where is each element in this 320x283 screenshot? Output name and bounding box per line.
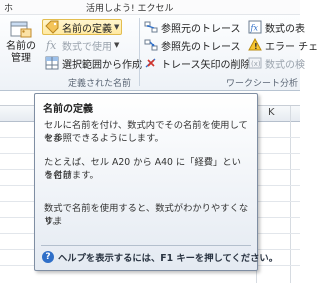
tooltip-paragraph-3-line-2: す。 — [44, 216, 62, 227]
evaluate-formula-label: 数式の検 — [265, 59, 305, 71]
show-formulas-label: 数式の表 — [265, 23, 305, 35]
show-formulas-button[interactable]: fx 数式の表 — [248, 19, 305, 35]
chevron-down-icon[interactable]: ▼ — [114, 23, 119, 31]
group-separator — [139, 18, 140, 86]
trace-dependents-button[interactable]: 参照先のトレース — [144, 37, 241, 53]
chevron-down-icon[interactable]: ▼ — [114, 41, 119, 49]
tooltip-title: 名前の定義 — [43, 104, 93, 115]
error-check-icon: ! — [248, 37, 262, 52]
svg-text:!: ! — [254, 42, 258, 51]
window-title: 活用しよう! エクセル — [86, 4, 174, 14]
defined-names-group-label: 定義された名前 — [68, 79, 132, 89]
error-check-button[interactable]: ! エラー チェ — [248, 37, 318, 53]
remove-arrows-label: トレース矢印の削除 — [161, 59, 251, 71]
name-manager-label-1: 名前の — [6, 41, 36, 52]
tab-home-fragment[interactable]: ホ — [4, 1, 13, 14]
remove-arrows-icon — [144, 56, 158, 70]
gridline — [290, 106, 291, 283]
column-header-k[interactable]: K — [268, 107, 275, 118]
trace-precedents-button[interactable]: 参照元のトレース — [144, 19, 241, 35]
tooltip-paragraph-2-line-2: を付けます。 — [44, 170, 99, 181]
tag-icon — [45, 20, 59, 34]
use-in-formula-button[interactable]: fx 数式で使用 ▼ — [45, 37, 119, 53]
create-from-selection-button[interactable]: 選択範囲から作成 — [45, 55, 142, 71]
evaluate-formula-icon: (x) — [248, 56, 262, 70]
grid-select-icon — [45, 56, 59, 70]
trace-precedents-label: 参照元のトレース — [161, 23, 241, 35]
svg-text:fx: fx — [45, 39, 57, 52]
create-from-selection-label: 選択範囲から作成 — [62, 59, 142, 71]
name-manager-icon — [9, 19, 33, 41]
trace-precedents-icon — [144, 20, 158, 34]
svg-text:(x): (x) — [251, 60, 261, 68]
trace-dependents-icon — [144, 38, 158, 52]
trace-dependents-label: 参照先のトレース — [161, 41, 241, 53]
formula-auditing-group-label: ワークシート分析 — [226, 79, 299, 89]
tooltip-help-row: ? ヘルプを表示するには、F1 キーを押してください。 — [42, 250, 278, 264]
name-manager-label-2: 管理 — [11, 53, 31, 64]
define-name-label: 名前の定義 — [62, 23, 112, 35]
tooltip-help-text: ヘルプを表示するには、F1 キーを押してください。 — [58, 253, 279, 264]
title-bar: ホ 活用しよう! エクセル — [0, 0, 300, 15]
define-name-button[interactable]: 名前の定義 ▼ — [42, 19, 123, 35]
evaluate-formula-button[interactable]: (x) 数式の検 — [248, 55, 305, 71]
remove-arrows-button[interactable]: トレース矢印の削除 ▼ — [144, 55, 258, 71]
tooltip-divider — [41, 245, 251, 246]
show-formulas-icon: fx — [248, 20, 262, 34]
error-check-label: エラー チェ — [265, 41, 319, 53]
svg-text:fx: fx — [250, 24, 259, 33]
help-icon: ? — [42, 251, 54, 263]
name-manager-button[interactable]: 名前の 管理 — [4, 18, 38, 74]
use-in-formula-label: 数式で使用 — [62, 41, 112, 53]
define-name-tooltip: 名前の定義 セルに名前を付け、数式内でその名前を使用してセル を参照できるように… — [34, 93, 278, 271]
formula-icon: fx — [45, 38, 59, 52]
ribbon: 名前の 管理 名前の定義 ▼ fx 数式で使用 ▼ 選択範囲から作成 定義された… — [0, 15, 318, 91]
tooltip-paragraph-1-line-2: を参照できるようにします。 — [44, 133, 164, 144]
